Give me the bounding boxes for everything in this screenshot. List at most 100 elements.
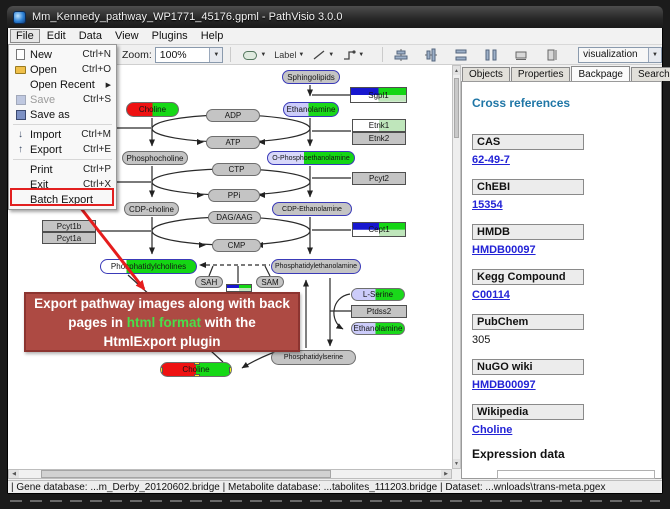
xref-link[interactable]: 62-49-7	[472, 154, 661, 166]
genebox-cept1[interactable]: Cept1	[352, 222, 406, 237]
node-phosphatidylcholines[interactable]: Phosphatidylcholines	[100, 259, 197, 274]
node-ethanolamine-top[interactable]: Ethanolamine	[283, 102, 339, 117]
vertical-scroll-thumb[interactable]	[454, 78, 459, 138]
canvas-vertical-scrollbar[interactable]: ▲ ▼	[452, 65, 461, 469]
scroll-up-icon[interactable]: ▲	[453, 66, 460, 75]
node-phosphocholine[interactable]: Phosphocholine	[122, 151, 188, 165]
distribute-horizontal-button[interactable]	[452, 46, 470, 63]
file-menu-open[interactable]: OpenCtrl+O	[9, 62, 116, 77]
visualization-combobox[interactable]: visualization ▼	[578, 47, 662, 63]
common-width-icon	[514, 49, 528, 61]
node-o-phosphoethanolamine[interactable]: O-Phosphoethanolamine	[267, 151, 355, 165]
genebox-etnk1[interactable]: Etnk1	[352, 119, 406, 132]
node-sphingolipids[interactable]: Sphingolipids	[282, 70, 340, 84]
new-document-icon	[13, 49, 28, 60]
tab-backpage[interactable]: Backpage	[571, 66, 629, 81]
node-atp[interactable]: ATP	[206, 136, 260, 149]
xref-section-hmdb: HMDB HMDB00097	[472, 222, 661, 256]
common-height-button[interactable]	[542, 46, 560, 63]
scroll-left-icon[interactable]: ◀	[9, 470, 19, 478]
menu-file[interactable]: File	[10, 29, 40, 43]
node-sam[interactable]: SAM	[256, 276, 284, 288]
selection-handle[interactable]	[194, 362, 200, 365]
selection-handle[interactable]	[160, 367, 163, 373]
node-phosphatidylethanolamine[interactable]: Phosphatidylethanolamine	[271, 259, 361, 274]
tab-search[interactable]: Search	[631, 67, 670, 81]
chevron-down-icon: ▼	[328, 52, 334, 58]
genebox-pcyt1a[interactable]: Pcyt1a	[42, 232, 96, 244]
scroll-down-icon[interactable]: ▼	[453, 459, 460, 468]
node-choline-top[interactable]: Choline	[126, 102, 179, 117]
file-menu-new[interactable]: NewCtrl+N	[9, 47, 116, 62]
zoom-dropdown-icon[interactable]: ▼	[209, 48, 222, 62]
selection-handle[interactable]	[194, 374, 200, 377]
genebox-etnk2[interactable]: Etnk2	[352, 132, 406, 145]
xref-link[interactable]: C00114	[472, 289, 661, 301]
xref-link[interactable]: HMDB00097	[472, 244, 661, 256]
connector-tool-button[interactable]: ▼	[340, 46, 366, 63]
genebox-partially-hidden[interactable]	[226, 284, 252, 292]
xref-link[interactable]: HMDB00097	[472, 379, 661, 391]
xref-link[interactable]: 15354	[472, 199, 661, 211]
save-as-icon	[13, 110, 28, 120]
genebox-sgpl1[interactable]: Sgpl1	[350, 87, 407, 103]
xref-title: Kegg Compound	[472, 269, 584, 285]
node-ethanolamine-bottom[interactable]: Ethanolamine	[351, 322, 405, 335]
label-tool-button[interactable]: Label ▼	[272, 46, 306, 63]
node-choline-selected[interactable]: Choline	[160, 362, 232, 377]
menu-view[interactable]: View	[109, 29, 145, 43]
node-cmp[interactable]: CMP	[212, 239, 261, 252]
tab-properties[interactable]: Properties	[511, 67, 571, 81]
expression-data-heading: Expression data	[472, 447, 661, 461]
chevron-down-icon[interactable]: ▼	[648, 48, 661, 62]
common-width-button[interactable]	[512, 46, 530, 63]
zoom-combobox[interactable]: 100% ▼	[155, 47, 224, 63]
zoom-value: 100%	[156, 49, 210, 61]
side-panel-tabs: Objects Properties Backpage Search Legen…	[461, 65, 662, 81]
xref-section-chebi: ChEBI 15354	[472, 177, 661, 211]
node-ppi[interactable]: PPi	[208, 189, 260, 202]
xref-link[interactable]: Choline	[472, 424, 661, 436]
align-center-x-button[interactable]	[392, 46, 410, 63]
open-folder-icon	[13, 66, 28, 74]
callout-line2: pages in html format with the	[68, 313, 256, 332]
tab-objects[interactable]: Objects	[462, 67, 510, 81]
align-center-y-button[interactable]	[422, 46, 440, 63]
node-phosphatidylserine[interactable]: Phosphatidylserine	[271, 350, 356, 365]
genebox-pcyt1b[interactable]: Pcyt1b	[42, 220, 96, 232]
app-icon	[13, 11, 26, 24]
menu-edit[interactable]: Edit	[41, 29, 72, 43]
distribute-vertical-button[interactable]	[482, 46, 500, 63]
scroll-right-icon[interactable]: ▶	[441, 470, 451, 478]
node-ctp[interactable]: CTP	[212, 163, 261, 176]
file-menu-save[interactable]: SaveCtrl+S	[9, 92, 116, 107]
node-cdp-ethanolamine[interactable]: CDP-Ethanolamine	[272, 202, 352, 216]
datanode-tool-button[interactable]: ▼	[240, 46, 268, 63]
visualization-value: visualization	[579, 49, 648, 60]
xref-section-wikipedia: Wikipedia Choline	[472, 402, 661, 436]
node-l-serine[interactable]: L-Serine	[351, 288, 405, 301]
node-cdp-choline[interactable]: CDP-choline	[124, 202, 179, 216]
menu-plugins[interactable]: Plugins	[146, 29, 194, 43]
file-menu-open-recent[interactable]: Open Recent▶	[9, 77, 116, 92]
distribute-vertical-icon	[484, 48, 498, 62]
batch-export-highlight-box	[10, 188, 114, 206]
zoom-label: Zoom:	[122, 49, 152, 61]
file-menu-print[interactable]: PrintCtrl+P	[9, 162, 116, 177]
file-menu-save-as[interactable]: Save as	[9, 107, 116, 122]
genebox-pcyt2[interactable]: Pcyt2	[352, 172, 406, 185]
node-dag-aag[interactable]: DAG/AAG	[208, 211, 261, 224]
file-menu-import[interactable]: ↓ ImportCtrl+M	[9, 127, 116, 142]
title-bar[interactable]: Mm_Kennedy_pathway_WP1771_45176.gpml - P…	[7, 6, 663, 28]
file-menu-export[interactable]: ↑ ExportCtrl+E	[9, 142, 116, 157]
node-sah[interactable]: SAH	[195, 276, 223, 288]
node-adp[interactable]: ADP	[206, 109, 260, 122]
horizontal-scroll-thumb[interactable]	[41, 470, 331, 478]
menu-data[interactable]: Data	[73, 29, 108, 43]
selection-handle[interactable]	[160, 362, 163, 365]
canvas-horizontal-scrollbar[interactable]: ◀ ▶	[8, 469, 452, 479]
genebox-ptdss2[interactable]: Ptdss2	[351, 305, 407, 318]
line-tool-button[interactable]: ▼	[310, 46, 336, 63]
xref-title: CAS	[472, 134, 584, 150]
menu-help[interactable]: Help	[195, 29, 230, 43]
